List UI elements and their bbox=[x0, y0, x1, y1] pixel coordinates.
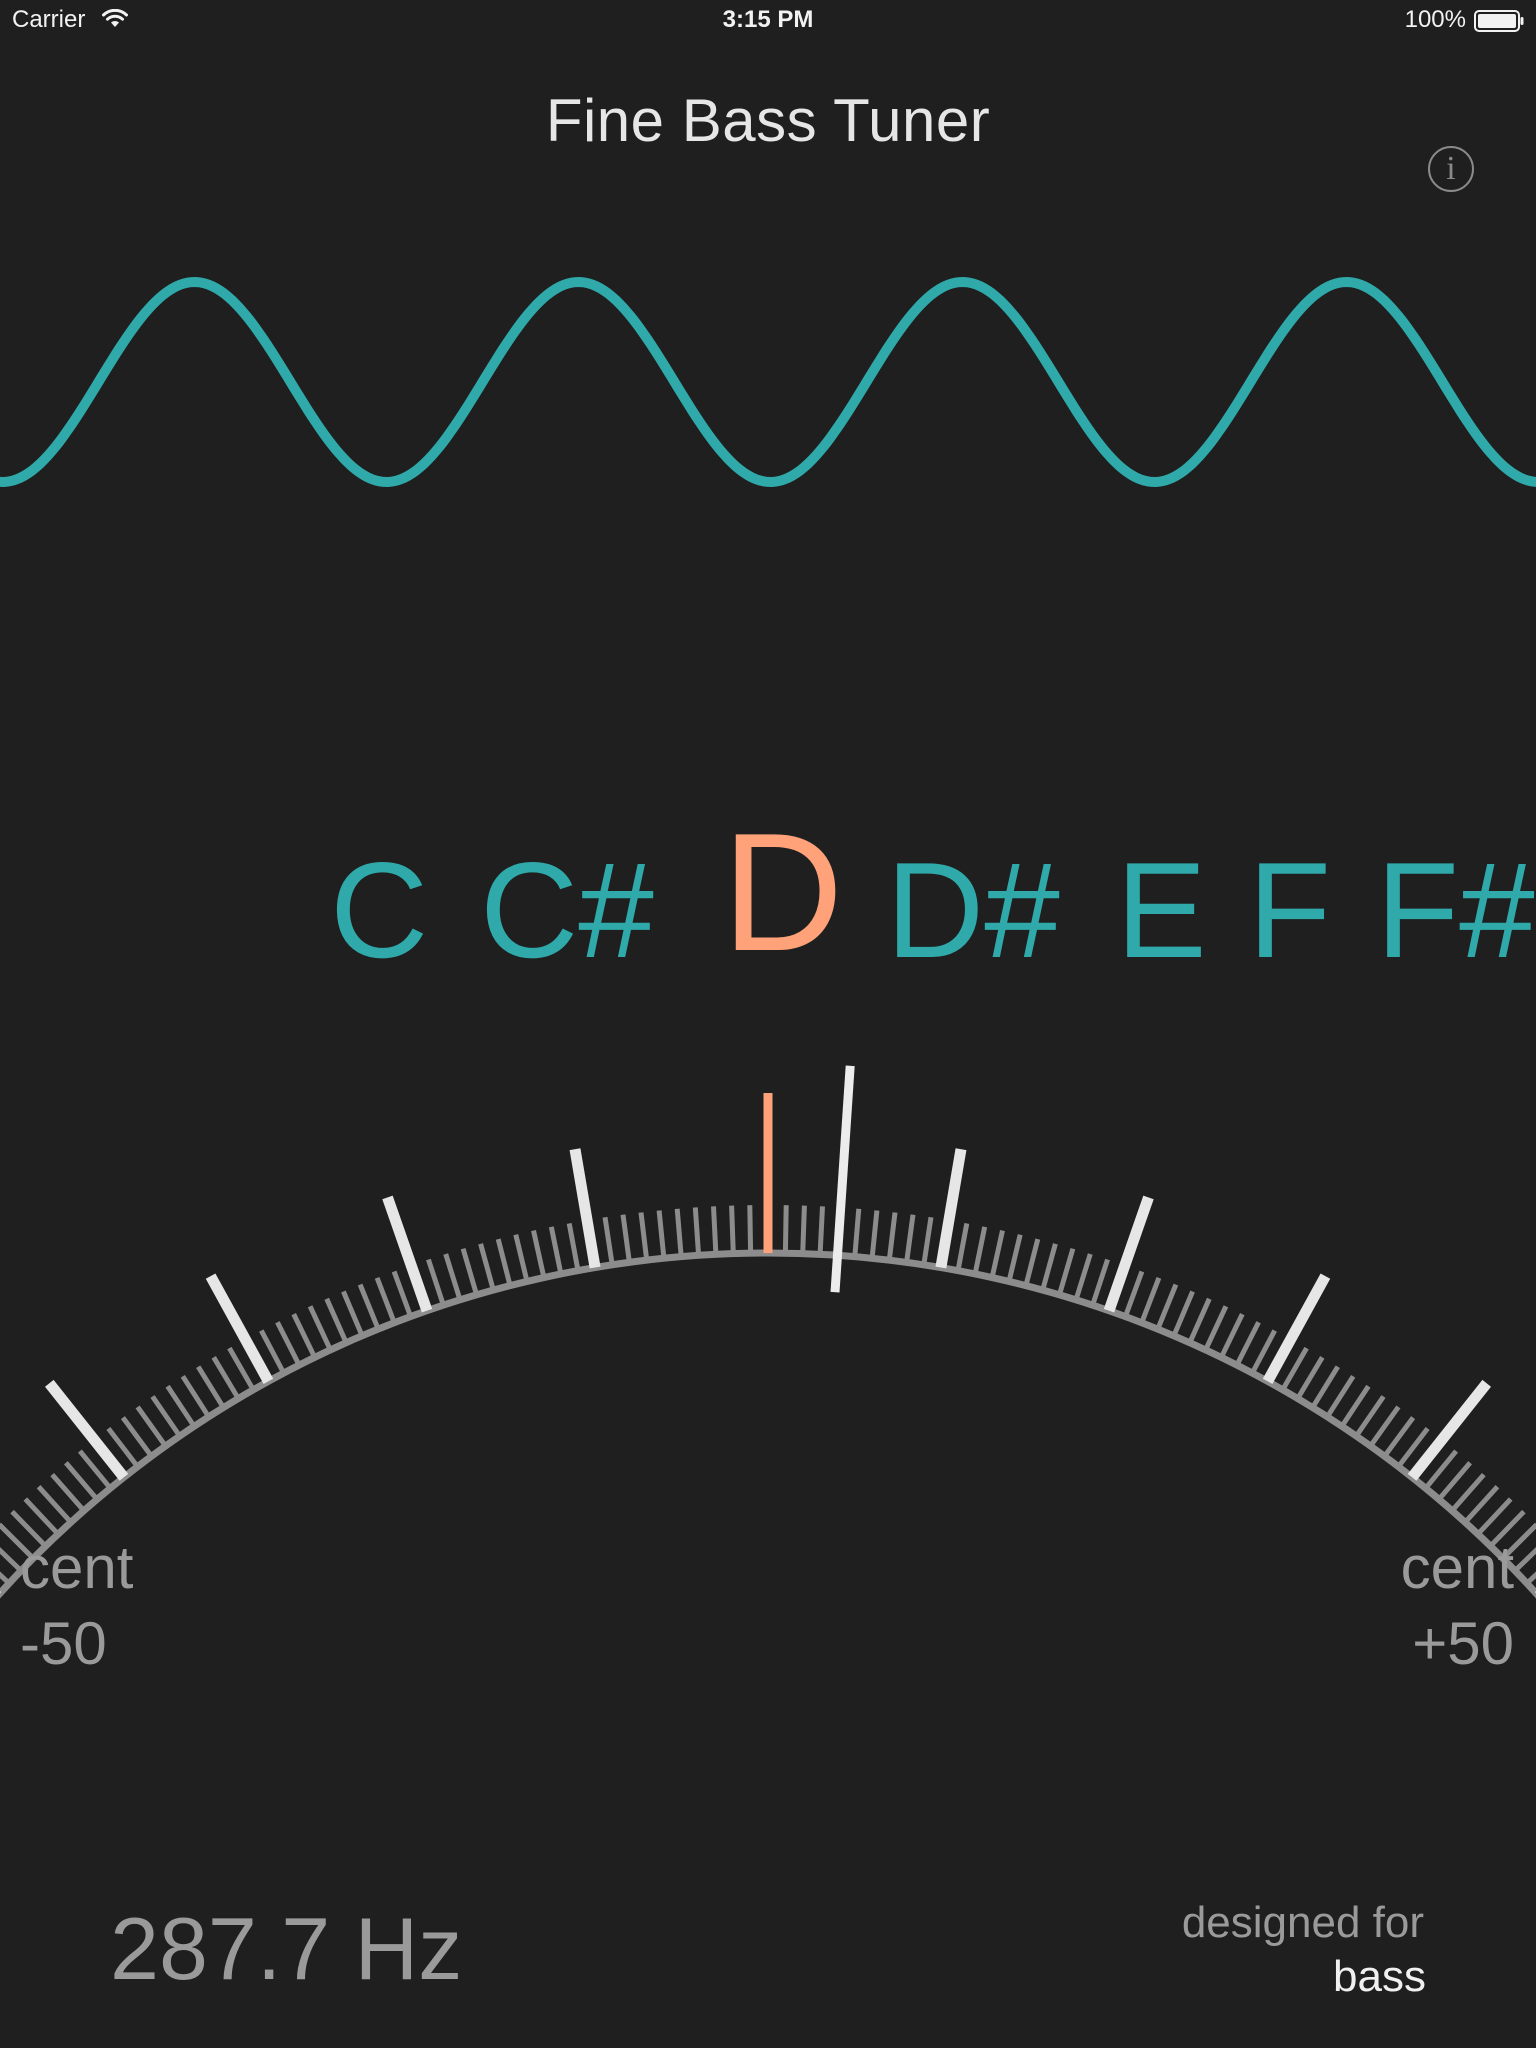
meter-ticks bbox=[0, 1093, 1536, 1594]
minor-tick bbox=[800, 1205, 807, 1254]
minor-tick bbox=[1171, 1290, 1195, 1337]
minor-tick bbox=[852, 1208, 862, 1257]
status-bar: Carrier 3:15 PM 100% bbox=[0, 0, 1536, 40]
info-icon[interactable]: i bbox=[1428, 146, 1474, 192]
minor-tick bbox=[1234, 1321, 1261, 1367]
minor-tick bbox=[1295, 1356, 1325, 1400]
minor-tick bbox=[989, 1230, 1005, 1279]
minor-tick bbox=[196, 1365, 226, 1409]
minor-tick bbox=[495, 1238, 513, 1287]
minor-tick bbox=[1023, 1238, 1041, 1287]
minor-tick bbox=[955, 1222, 970, 1272]
minor-tick bbox=[1219, 1313, 1245, 1359]
minor-tick bbox=[307, 1305, 333, 1351]
minor-tick bbox=[1187, 1297, 1212, 1344]
minor-tick bbox=[869, 1210, 880, 1259]
minor-tick bbox=[443, 1253, 463, 1301]
minor-tick bbox=[729, 1205, 736, 1254]
min-cent-value: -50 bbox=[20, 1610, 107, 1677]
minor-tick bbox=[357, 1283, 381, 1331]
waveform-display bbox=[0, 276, 1536, 488]
note-d-sharp[interactable]: D# bbox=[886, 830, 1060, 990]
minor-tick bbox=[921, 1216, 934, 1266]
frequency-readout: 287.7 Hz bbox=[110, 1899, 463, 1998]
minor-tick bbox=[638, 1212, 650, 1261]
minor-tick bbox=[460, 1247, 479, 1296]
minor-tick bbox=[747, 1205, 754, 1254]
minor-tick bbox=[1040, 1243, 1058, 1291]
note-e[interactable]: E bbox=[1116, 830, 1207, 990]
minor-tick bbox=[478, 1243, 496, 1291]
minor-tick bbox=[275, 1321, 302, 1367]
minor-tick bbox=[1090, 1258, 1110, 1306]
note-f-sharp[interactable]: F# bbox=[1376, 830, 1535, 990]
minor-tick bbox=[566, 1222, 581, 1272]
app-title: Fine Bass Tuner bbox=[545, 87, 991, 154]
minor-tick bbox=[904, 1214, 916, 1263]
minor-tick bbox=[1139, 1277, 1162, 1324]
clock: 3:15 PM bbox=[722, 6, 814, 33]
minor-tick bbox=[817, 1206, 825, 1255]
minor-tick bbox=[426, 1258, 446, 1306]
minor-tick bbox=[291, 1313, 317, 1359]
note-c[interactable]: C bbox=[330, 830, 428, 990]
minor-tick bbox=[656, 1210, 667, 1259]
instrument-label: bass bbox=[1333, 1952, 1426, 2001]
waveform-line bbox=[0, 276, 1536, 488]
battery-icon bbox=[1474, 10, 1524, 32]
minor-tick bbox=[602, 1216, 615, 1266]
minor-tick bbox=[782, 1205, 789, 1254]
designed-for-label: designed for bbox=[1181, 1898, 1424, 1947]
minor-tick bbox=[674, 1208, 684, 1257]
minor-tick bbox=[513, 1234, 530, 1282]
major-tick bbox=[935, 1148, 967, 1269]
minor-tick bbox=[548, 1226, 564, 1275]
note-d-active[interactable]: D bbox=[722, 808, 843, 976]
note-f[interactable]: F bbox=[1248, 830, 1331, 990]
minor-tick bbox=[886, 1212, 898, 1261]
min-cent-label: cent -50 bbox=[20, 1530, 133, 1682]
designed-for: designed for bass bbox=[1181, 1896, 1426, 2004]
max-cent-label: cent +50 bbox=[1401, 1530, 1514, 1682]
minor-tick bbox=[972, 1226, 988, 1275]
minor-tick bbox=[1057, 1247, 1076, 1296]
major-tick bbox=[382, 1195, 433, 1313]
minor-tick bbox=[391, 1270, 413, 1318]
battery-percent: 100% bbox=[1404, 6, 1466, 33]
min-cent-unit: cent bbox=[20, 1534, 134, 1601]
minor-tick bbox=[711, 1206, 719, 1255]
minor-tick bbox=[1006, 1234, 1023, 1282]
minor-tick bbox=[1123, 1270, 1145, 1318]
minor-tick bbox=[211, 1356, 241, 1400]
minor-tick bbox=[1073, 1253, 1093, 1301]
minor-tick bbox=[1310, 1365, 1340, 1409]
minor-tick bbox=[324, 1297, 349, 1344]
major-tick bbox=[569, 1148, 601, 1269]
note-c-sharp[interactable]: C# bbox=[480, 830, 654, 990]
minor-tick bbox=[341, 1290, 365, 1337]
note-selector: C C# D D# E F F# bbox=[0, 808, 1536, 1000]
minor-tick bbox=[692, 1207, 702, 1256]
minor-tick bbox=[531, 1230, 547, 1279]
minor-tick bbox=[1203, 1305, 1229, 1351]
max-cent-value: +50 bbox=[1412, 1610, 1514, 1677]
major-tick bbox=[1103, 1195, 1154, 1313]
minor-tick bbox=[374, 1277, 397, 1324]
minor-tick bbox=[1155, 1283, 1179, 1331]
minor-tick bbox=[620, 1214, 632, 1263]
max-cent-unit: cent bbox=[1400, 1534, 1514, 1601]
